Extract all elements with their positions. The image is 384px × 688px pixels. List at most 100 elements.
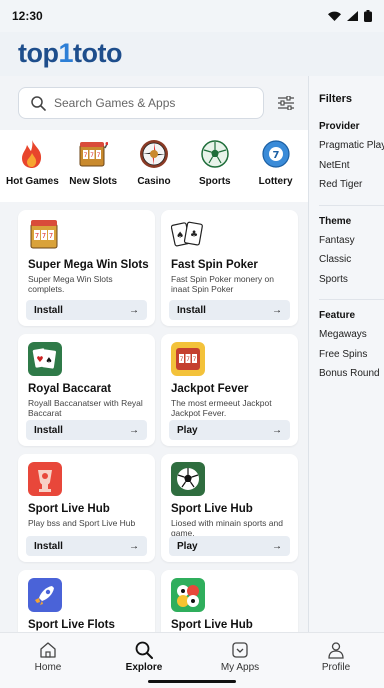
nav-profile[interactable]: Profile [301,641,371,688]
app-card[interactable]: 777 Jackpot Fever The most ermeeut Jackp… [161,334,298,446]
status-icons [328,10,372,22]
my-apps-icon [232,642,248,658]
filter-settings-button[interactable] [273,90,299,116]
filter-option[interactable]: Red Tiger [319,179,384,199]
nav-label: Explore [125,662,163,673]
button-label: Install [34,304,63,316]
filter-option[interactable]: Sports [319,274,384,294]
cards-icon: ♥ ♠ [28,342,62,376]
category-label: Hot Games [5,176,59,187]
filter-option[interactable]: Pragmatic Play [319,140,384,160]
sliders-icon [278,96,294,110]
search-row [18,87,300,119]
category-label: New Slots [69,176,118,187]
filter-group-title: Feature [319,310,356,321]
svg-text:♠: ♠ [45,356,52,365]
category-hot-games[interactable]: Hot Games [2,138,62,202]
button-label: Install [177,304,206,316]
app-title: Royal Baccarat [28,383,112,395]
category-new-slots[interactable]: 777 New Slots [63,138,123,202]
filter-group-provider: Provider Pragmatic Play NetEnt Red Tiger [319,121,384,206]
roulette-icon [138,138,170,170]
filter-option[interactable]: Classic [319,254,384,274]
svg-text:7: 7 [272,150,279,161]
profile-icon [328,642,344,659]
arrow-right-icon: → [272,424,282,436]
brand-part-2: 1 [58,38,74,68]
category-label: Casino [137,176,171,187]
category-casino[interactable]: Casino [124,138,184,202]
app-title: Super Mega Win Slots [28,259,149,271]
app-card[interactable]: ♥ ♠ Royal Baccarat Royall Baccanatser wit… [18,334,155,446]
category-label: Sports [198,176,231,187]
svg-text:7: 7 [42,232,46,240]
brand-part-3: toto [73,38,122,68]
search-icon [31,95,46,111]
filter-option[interactable]: Megaways [319,329,384,349]
filter-option[interactable]: Free Spins [319,349,384,369]
app-card[interactable]: 777 Super Mega Win Slots Super Mega Win … [18,210,155,326]
brand-logo[interactable]: top1toto [18,38,122,70]
svg-text:7: 7 [193,356,197,363]
play-button[interactable]: Play → [169,536,290,556]
button-label: Play [177,424,198,436]
install-button[interactable]: Install → [26,420,147,440]
svg-text:7: 7 [180,356,184,363]
home-icon [40,642,56,658]
svg-text:♥: ♥ [36,355,43,364]
app-title: Jackpot Fever [171,383,249,395]
search-box[interactable] [18,87,264,119]
app-card[interactable]: Sport Live Hub Play bss and Sport Live H… [18,454,155,562]
jackpot-icon: 777 [171,342,205,376]
app-description: Super Mega Win Slots complets. [28,274,113,294]
home-indicator [148,680,236,683]
status-time: 12:30 [12,9,43,23]
app-title: Sport Live Hub [171,619,253,631]
app-description: The most ermeeut Jackpot Jackpot Fever. [171,398,272,418]
arrow-right-icon: → [129,304,139,316]
app-description: Royall Baccanatser with Reyal Baccarat [28,398,143,418]
filters-sidebar: Filters Provider Pragmatic Play NetEnt R… [308,76,384,632]
button-label: Play [177,540,198,552]
svg-text:7: 7 [49,232,53,240]
filter-option[interactable]: NetEnt [319,160,384,180]
svg-text:7: 7 [84,152,88,159]
category-label: Lottery [258,176,293,187]
slot-machine-icon: 777 [77,138,109,170]
playing-cards-icon: ♠ ♣ [171,218,205,252]
lottery-ball-icon: 7 [260,138,292,170]
signal-icon [347,11,358,21]
balls-icon [171,578,205,612]
svg-text:7: 7 [97,152,101,159]
filter-option[interactable]: Fantasy [319,235,384,255]
play-button[interactable]: Play → [169,420,290,440]
nav-home[interactable]: Home [13,641,83,688]
filter-option[interactable]: Bonus Round [319,368,384,388]
arrow-right-icon: → [272,304,282,316]
arrow-right-icon: → [129,424,139,436]
category-lottery[interactable]: 7 Lottery [246,138,306,202]
filter-group-feature: Feature Megaways Free Spins Bonus Round [319,310,384,394]
app-title: Sport Live Flots [28,619,115,631]
search-icon [135,641,153,659]
svg-text:7: 7 [35,232,39,240]
svg-text:♠: ♠ [176,231,184,241]
category-bar: Hot Games 7 7 7 New Slots Casino Sports 7 … [0,130,308,202]
flame-icon [16,138,48,170]
category-sports[interactable]: Sports [185,138,245,202]
app-card[interactable]: Sport Live Hub Liosed with minain sports… [161,454,298,562]
main-content: Hot Games 777 New Slots Casino Sports 7 … [0,76,308,688]
nav-label: My Apps [220,662,260,673]
search-input[interactable] [54,96,254,110]
arrow-right-icon: → [272,540,282,552]
install-button[interactable]: Install → [169,300,290,320]
filters-title: Filters [319,93,353,105]
sport-cup-icon [28,462,62,496]
app-card[interactable]: ♠ ♣ Fast Spin Poker Fast Spin Poker moner… [161,210,298,326]
battery-icon [364,10,372,22]
install-button[interactable]: Install → [26,536,147,556]
slot-machine-icon: 777 [28,218,62,252]
install-button[interactable]: Install → [26,300,147,320]
filter-group-title: Provider [319,121,360,132]
nav-label: Profile [321,662,351,673]
